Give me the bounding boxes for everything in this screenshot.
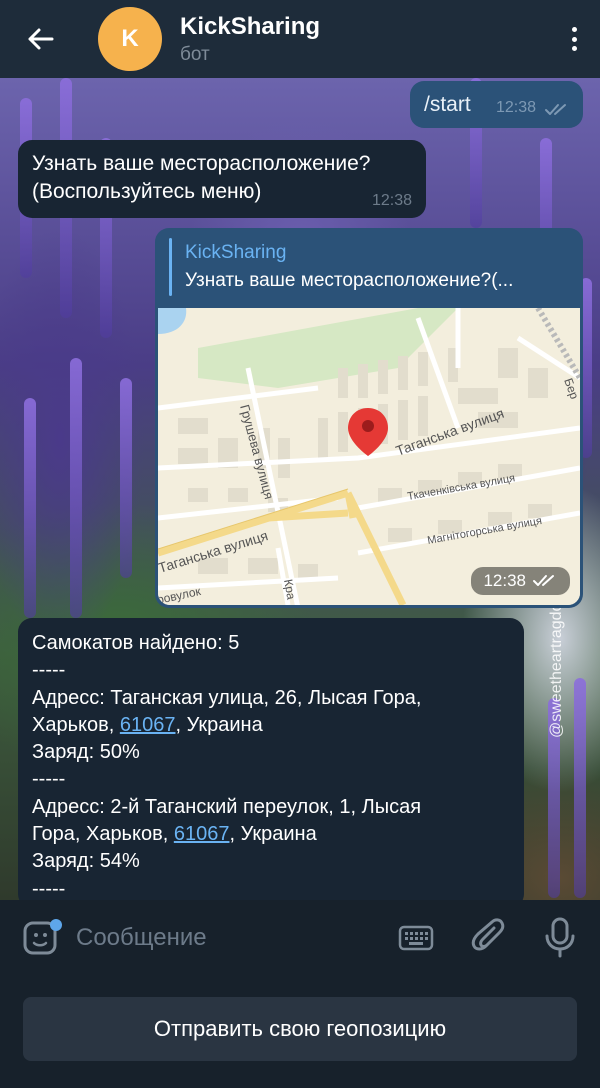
sticker-icon[interactable] bbox=[22, 918, 62, 958]
dot-icon bbox=[571, 46, 577, 51]
charge-line: Заряд: 50% bbox=[32, 741, 140, 764]
separator: ----- bbox=[32, 768, 66, 791]
double-check-icon bbox=[533, 575, 554, 586]
microphone-icon[interactable] bbox=[542, 916, 578, 958]
message-time: 12:38 bbox=[371, 192, 412, 209]
send-location-button[interactable]: Отправить свою геопозицию bbox=[23, 997, 577, 1061]
charge-line: Заряд: 54% bbox=[32, 850, 140, 873]
dot-icon bbox=[571, 27, 577, 32]
chat-header: K KickSharing бот bbox=[0, 0, 600, 78]
paperclip-icon[interactable] bbox=[470, 918, 508, 958]
chat-title-block[interactable]: KickSharing бот bbox=[180, 13, 320, 66]
arrow-left-icon bbox=[28, 28, 54, 50]
more-menu-button[interactable] bbox=[566, 21, 582, 57]
separator: ----- bbox=[32, 659, 66, 682]
message-out-start[interactable]: /start 12:38 bbox=[410, 81, 583, 128]
address-line: Харьков, 61067, Украина bbox=[32, 712, 512, 739]
message-input[interactable] bbox=[76, 920, 376, 956]
message-input-bar bbox=[0, 900, 600, 975]
message-out-location[interactable]: KickSharing Узнать ваше месторасположени… bbox=[155, 228, 583, 608]
address-line: Адресс: 2-й Таганский переулок, 1, Лысая bbox=[32, 795, 422, 818]
chat-title: KickSharing bbox=[180, 12, 321, 40]
location-map[interactable]: Грушева вулиця Таганська вулиця Таганськ… bbox=[158, 308, 580, 605]
address-country: , Украина bbox=[229, 823, 317, 846]
map-time-badge: 12:38 bbox=[471, 567, 570, 595]
double-check-icon bbox=[545, 104, 566, 115]
zip-link[interactable]: 61067 bbox=[174, 823, 230, 845]
reply-text[interactable]: Узнать ваше месторасположение?(... bbox=[185, 270, 573, 292]
back-button[interactable] bbox=[0, 0, 80, 78]
message-in-location-prompt[interactable]: Узнать ваше месторасположение? (Воспольз… bbox=[18, 140, 426, 218]
keyboard-icon[interactable] bbox=[398, 922, 434, 954]
address-city: Харьков, bbox=[32, 713, 120, 736]
map-graphic: Грушева вулиця Таганська вулиця Таганськ… bbox=[158, 308, 580, 605]
reply-author[interactable]: KickSharing bbox=[185, 242, 286, 264]
message-time: 12:38 bbox=[496, 99, 537, 116]
wallpaper-watermark: @sweetheartragdoll bbox=[548, 595, 565, 738]
avatar[interactable]: K bbox=[98, 7, 162, 71]
address-city: Гора, Харьков, bbox=[32, 823, 174, 846]
address-country: , Украина bbox=[175, 713, 263, 736]
message-text: Самокатов найдено: 5 ----- Адресс: Таган… bbox=[32, 630, 512, 903]
message-text: /start bbox=[424, 93, 471, 116]
address-line: Адресс: Таганская улица, 26, Лысая Гора, bbox=[32, 686, 422, 709]
chat-subtitle: бот bbox=[180, 43, 210, 65]
reply-bar bbox=[169, 238, 172, 296]
message-line: Узнать ваше месторасположение? bbox=[32, 152, 371, 175]
message-line: (Воспользуйтесь меню) bbox=[32, 180, 262, 203]
address-line: Гора, Харьков, 61067, Украина bbox=[32, 821, 512, 848]
dot-icon bbox=[571, 36, 577, 42]
message-in-scooter-list[interactable]: Самокатов найдено: 5 ----- Адресс: Таган… bbox=[18, 618, 524, 908]
message-text: Узнать ваше месторасположение? (Воспольз… bbox=[32, 150, 422, 206]
zip-link[interactable]: 61067 bbox=[120, 714, 176, 736]
separator: ----- bbox=[32, 877, 66, 900]
bot-keyboard: Отправить свою геопозицию bbox=[0, 975, 600, 1088]
found-count: Самокатов найдено: 5 bbox=[32, 632, 240, 654]
message-time: 12:38 bbox=[483, 571, 526, 590]
